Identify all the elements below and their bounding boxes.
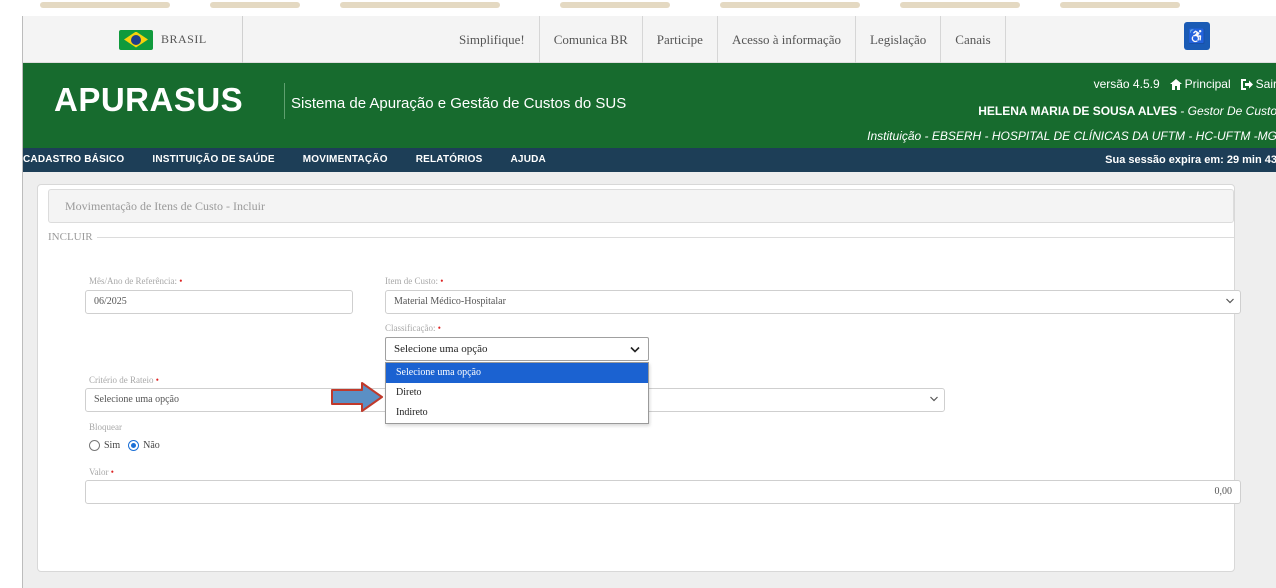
- chevron-down-icon: [930, 396, 938, 402]
- cropped-top-strip: [0, 0, 1276, 16]
- chevron-down-icon: [1226, 298, 1234, 304]
- accessibility-icon[interactable]: ♿: [1184, 22, 1210, 50]
- user-role: - Gestor De Custo: [1180, 104, 1276, 118]
- logout-label: Sair: [1255, 77, 1276, 91]
- nav-ajuda[interactable]: AJUDA: [511, 148, 574, 172]
- bloquear-sim-radio[interactable]: [89, 440, 100, 451]
- version-text: versão 4.5.9: [1093, 77, 1160, 91]
- ref-label: Mês/Ano de Referência: •: [89, 276, 183, 286]
- principal-link[interactable]: Principal: [1169, 77, 1231, 91]
- bloquear-label: Bloquear: [89, 422, 122, 432]
- institution-text: Instituição - EBSERH - HOSPITAL DE CLÍNI…: [867, 129, 1276, 143]
- gov-link-legislacao[interactable]: Legislação: [856, 16, 942, 63]
- nav-movimentacao[interactable]: MOVIMENTAÇÃO: [303, 148, 416, 172]
- item-custo-value: Material Médico-Hospitalar: [394, 296, 506, 307]
- logout-icon: [1240, 78, 1253, 90]
- brazil-flag-icon: [119, 29, 153, 50]
- valor-label: Valor •: [89, 467, 114, 477]
- item-custo-select[interactable]: Material Médico-Hospitalar: [385, 290, 1241, 314]
- bloquear-nao-radio[interactable]: [128, 440, 140, 451]
- gov-brasil-link[interactable]: BRASIL: [23, 16, 243, 63]
- home-icon: [1169, 78, 1182, 90]
- option-direto[interactable]: Direto: [386, 383, 648, 403]
- gov-link-acesso[interactable]: Acesso à informação: [718, 16, 856, 63]
- bloquear-radio-group: Sim Não: [89, 440, 160, 451]
- bloquear-sim-label: Sim: [104, 440, 121, 451]
- principal-label: Principal: [1184, 77, 1231, 91]
- gov-brasil-label: BRASIL: [161, 32, 207, 46]
- classificacao-value: Selecione uma opção: [394, 343, 488, 355]
- logo-divider: [284, 83, 285, 119]
- classificacao-options: Selecione uma opção Direto Indireto: [385, 362, 649, 424]
- annotation-arrow-icon: [331, 382, 383, 412]
- criterio-value: Selecione uma opção: [94, 394, 179, 405]
- panel-title: Movimentação de Itens de Custo - Incluir: [65, 199, 265, 213]
- option-indireto[interactable]: Indireto: [386, 403, 648, 423]
- gov-links: Simplifique! Comunica BR Participe Acess…: [459, 16, 1006, 63]
- app-logo[interactable]: APURASUS: [54, 81, 243, 119]
- nav-instituicao-saude[interactable]: INSTITUIÇÃO DE SAÚDE: [152, 148, 302, 172]
- fieldset-legend: INCLUIR: [48, 231, 97, 243]
- option-selecione[interactable]: Selecione uma opção: [386, 363, 648, 383]
- user-info: versão 4.5.9 Principal Sair HELENA MARIA…: [867, 77, 1276, 143]
- nav-cadastro-basico[interactable]: CADASTRO BÁSICO: [23, 148, 152, 172]
- chevron-down-icon: [630, 346, 640, 353]
- nav-relatorios[interactable]: RELATÓRIOS: [416, 148, 511, 172]
- panel-header: Movimentação de Itens de Custo - Incluir: [48, 189, 1234, 223]
- app-header: APURASUS Sistema de Apuração e Gestão de…: [23, 63, 1276, 148]
- app-subtitle: Sistema de Apuração e Gestão de Custos d…: [291, 95, 627, 112]
- gov-link-participe[interactable]: Participe: [643, 16, 718, 63]
- user-name: HELENA MARIA DE SOUSA ALVES: [978, 104, 1177, 118]
- main-nav: CADASTRO BÁSICO INSTITUIÇÃO DE SAÚDE MOV…: [23, 148, 1276, 172]
- item-label: Item de Custo: •: [385, 276, 444, 286]
- logout-link[interactable]: Sair: [1240, 77, 1276, 91]
- gov-link-comunica[interactable]: Comunica BR: [540, 16, 643, 63]
- valor-input[interactable]: 0,00: [85, 480, 1241, 504]
- class-label: Classificação: •: [385, 323, 441, 333]
- gov-link-canais[interactable]: Canais: [941, 16, 1006, 63]
- session-timer: Sua sessão expira em: 29 min 43: [1105, 154, 1276, 166]
- bloquear-nao-label: Não: [143, 440, 160, 451]
- gov-link-simplifique[interactable]: Simplifique!: [459, 16, 540, 63]
- gov-bar: BRASIL Simplifique! Comunica BR Particip…: [23, 16, 1276, 63]
- classificacao-select[interactable]: Selecione uma opção: [385, 337, 649, 361]
- criterio-label: Critério de Rateio •: [89, 375, 159, 385]
- ref-month-input[interactable]: 06/2025: [85, 290, 353, 314]
